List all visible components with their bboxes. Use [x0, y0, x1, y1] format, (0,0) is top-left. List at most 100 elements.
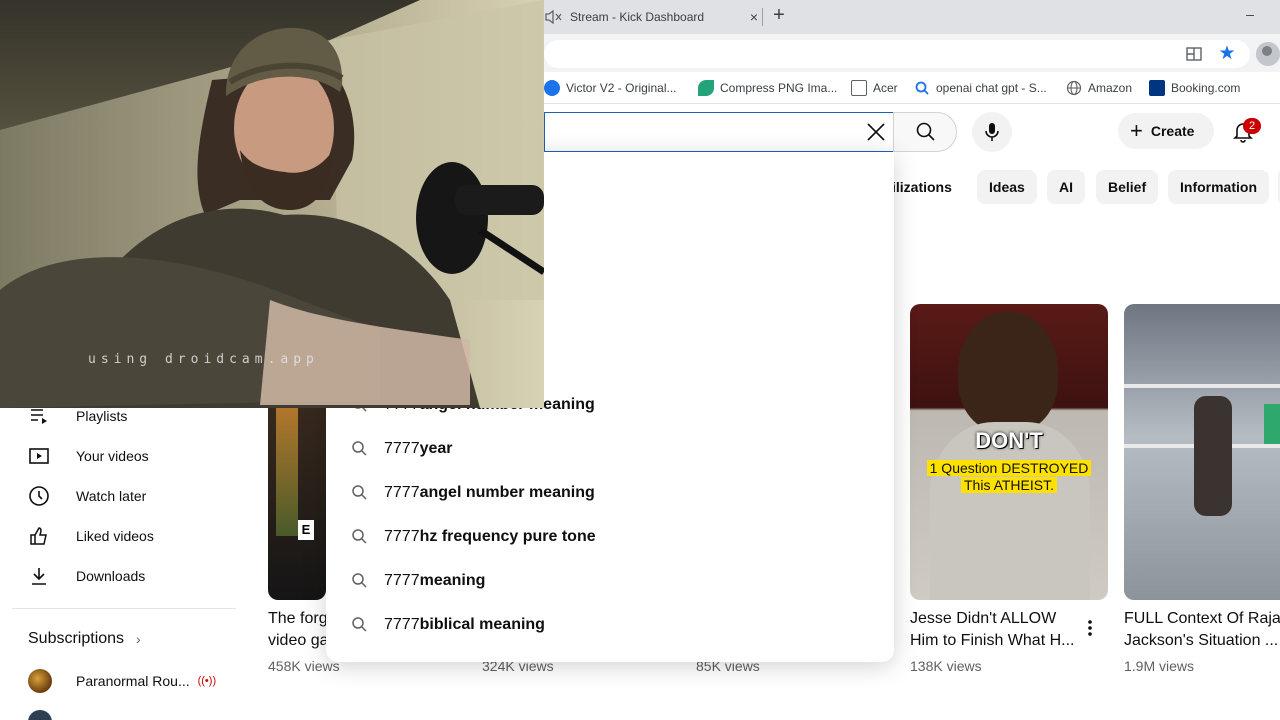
subscriptions-header[interactable]: Subscriptions ›: [28, 630, 141, 648]
search-icon: [352, 529, 367, 544]
video-title-line: Jesse Didn't ALLOW: [910, 610, 1057, 627]
thumbnail-screen: [1264, 404, 1280, 444]
bookmark-star-icon[interactable]: ★: [1216, 43, 1238, 65]
chip-belief[interactable]: Belief: [1096, 170, 1159, 204]
your-videos-icon: [29, 448, 49, 464]
reader-mode-icon[interactable]: [1184, 44, 1204, 64]
suggestion-item[interactable]: 7777 meaning: [350, 567, 870, 595]
clear-search-icon[interactable]: [864, 120, 888, 144]
video-views: 138K views: [910, 658, 982, 674]
chip-ideas[interactable]: Ideas: [977, 170, 1037, 204]
search-button[interactable]: [893, 112, 957, 152]
suggestion-prefix: 7777: [384, 440, 420, 457]
chip-information[interactable]: Information: [1168, 170, 1269, 204]
subscription-item[interactable]: Paranormal Rou... ((•)): [28, 668, 216, 694]
bookmark-acer[interactable]: Acer: [851, 78, 898, 98]
minimize-button[interactable]: –: [1242, 6, 1258, 26]
bookmark-victor[interactable]: Victor V2 - Original...: [544, 78, 676, 98]
video-thumbnail[interactable]: [1124, 304, 1280, 600]
video-title-line: The forg: [268, 610, 326, 627]
video-thumbnail[interactable]: E: [268, 396, 326, 600]
thumbnail-person: [958, 312, 1058, 432]
folder-icon: [851, 80, 867, 96]
sidebar-item-label: Your videos: [76, 448, 149, 464]
video-thumbnail[interactable]: DON'T 1 Question DESTROYED This ATHEIST.: [910, 304, 1108, 600]
suggestion-text: angel number meaning: [419, 484, 595, 501]
video-title-line: Jackson's Situation ...: [1124, 632, 1279, 649]
leaf-icon: [698, 80, 714, 96]
muted-speaker-icon[interactable]: [544, 9, 562, 25]
globe-icon: [1066, 80, 1082, 96]
suggestion-item[interactable]: 7777 biblical meaning: [350, 611, 870, 639]
search-icon: [352, 441, 367, 456]
video-title-line: FULL Context Of Raja: [1124, 610, 1280, 627]
bookmark-amazon[interactable]: Amazon: [1066, 78, 1132, 98]
suggestion-item[interactable]: 7777 hz frequency pure tone: [350, 523, 870, 551]
suggestion-prefix: 7777: [384, 572, 420, 589]
sidebar-item-label: Watch later: [76, 488, 147, 504]
thumbs-up-icon: [30, 527, 47, 545]
video-title[interactable]: Jesse Didn't ALLOW Him to Finish What H..…: [910, 608, 1078, 652]
booking-logo-icon: [1149, 80, 1165, 96]
suggestion-text: biblical meaning: [419, 616, 545, 633]
bookmark-label: Victor V2 - Original...: [566, 81, 677, 95]
suggestion-text: hz frequency pure tone: [419, 528, 596, 545]
globe-icon: [544, 80, 560, 96]
download-icon: [32, 568, 46, 585]
bookmark-compress-png[interactable]: Compress PNG Ima...: [698, 78, 837, 98]
microphone-icon: [985, 123, 999, 141]
channel-name: Paranormal Rou...: [76, 673, 190, 689]
tab-close-icon[interactable]: ×: [746, 9, 762, 25]
video-title-line: video ga: [268, 632, 326, 649]
sidebar-item-label: Liked videos: [76, 528, 154, 544]
suggestion-item[interactable]: 7777 year: [350, 435, 870, 463]
playlist-icon: [31, 409, 47, 424]
ring-rope: [1124, 384, 1280, 388]
search-input[interactable]: [544, 112, 894, 152]
video-views: 458K views: [268, 658, 340, 674]
suggestion-prefix: 7777: [384, 528, 420, 545]
sidebar-item-label: Downloads: [76, 568, 146, 584]
live-indicator-icon: ((•)): [197, 675, 217, 687]
suggestion-text: meaning: [419, 572, 486, 589]
video-title[interactable]: FULL Context Of Raja Jackson's Situation …: [1124, 608, 1280, 652]
bookmark-label: Acer: [873, 81, 898, 95]
chip-ai[interactable]: AI: [1047, 170, 1085, 204]
bookmark-openai[interactable]: openai chat gpt - S...: [914, 78, 1047, 98]
voice-search-button[interactable]: [972, 112, 1012, 152]
sidebar-item-watch-later[interactable]: Watch later: [0, 476, 236, 516]
thumbnail-text: DON'T: [975, 428, 1043, 453]
video-title-line: Him to Finish What H...: [910, 632, 1075, 649]
browser-tab[interactable]: Stream - Kick Dashboard ×: [544, 4, 762, 30]
search-icon: [915, 81, 929, 95]
suggestion-prefix: 7777: [384, 484, 420, 501]
esrb-rating-icon: E: [298, 520, 314, 540]
webcam-feed-illustration: [0, 0, 544, 408]
webcam-overlay: using droidcam.app: [0, 0, 544, 408]
more-vertical-icon[interactable]: [1082, 616, 1098, 640]
suggestion-item[interactable]: 7777 angel number meaning: [350, 479, 870, 507]
new-tab-button[interactable]: +: [768, 4, 790, 28]
sidebar-item-label: Playlists: [76, 408, 128, 424]
thumbnail-caption: 1 Question DESTROYED This ATHEIST.: [918, 460, 1100, 494]
suggestion-text: year: [419, 440, 453, 457]
profile-avatar-icon[interactable]: [1256, 42, 1280, 66]
bookmark-label: Amazon: [1088, 81, 1133, 95]
webcam-watermark: using droidcam.app: [88, 352, 319, 367]
thumbnail-art: [276, 406, 298, 536]
bookmark-label: Booking.com: [1171, 81, 1241, 95]
thumbnail-caption-line: 1 Question DESTROYED: [926, 460, 1092, 476]
create-button[interactable]: + Create: [1118, 113, 1214, 149]
tab-separator: [762, 8, 763, 26]
thumbnail-caption-line: This ATHEIST.: [961, 477, 1057, 493]
video-title[interactable]: The forg video ga: [268, 608, 326, 652]
bookmark-booking[interactable]: Booking.com: [1149, 78, 1240, 98]
address-bar[interactable]: [544, 40, 1250, 68]
subscriptions-label: Subscriptions: [28, 630, 125, 647]
video-views: 1.9M views: [1124, 658, 1195, 674]
search-icon: [916, 122, 935, 141]
suggestion-prefix: 7777: [384, 616, 420, 633]
sidebar-item-your-videos[interactable]: Your videos: [0, 436, 236, 476]
sidebar-item-downloads[interactable]: Downloads: [0, 556, 236, 596]
sidebar-item-liked-videos[interactable]: Liked videos: [0, 516, 236, 556]
